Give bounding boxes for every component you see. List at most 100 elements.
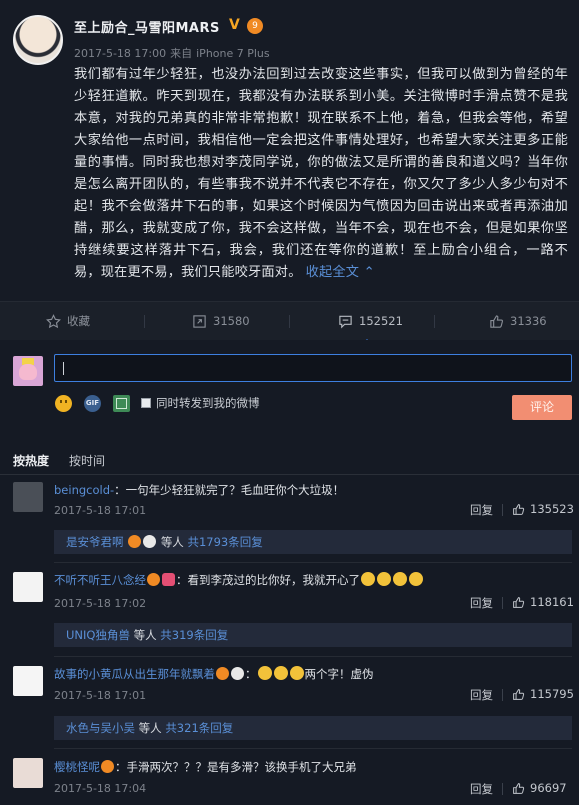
comment-like-count: 118161 xyxy=(530,595,574,609)
post-meta: 2017-5-18 17:00 来自 iPhone 7 Plus xyxy=(74,45,274,61)
repost-icon xyxy=(193,314,206,328)
verified-icon: V xyxy=(229,17,240,33)
like-count: 31336 xyxy=(510,314,547,328)
panda-icon xyxy=(231,667,244,680)
sort-by-time-tab[interactable]: 按时间 xyxy=(69,452,105,469)
commenter-avatar[interactable] xyxy=(13,572,43,602)
thumbs-up-icon xyxy=(513,688,525,700)
comment-like-button[interactable]: 118161 xyxy=(512,595,574,609)
divider xyxy=(502,783,503,795)
commenter-line: 不听不听王八念经 ：看到李茂过的比你好，我就开心了 xyxy=(54,572,424,588)
like-button[interactable]: 31336 xyxy=(489,302,547,340)
sub-replies-summary[interactable]: 水色与吴小吴 等人 共321条回复 xyxy=(54,716,572,740)
thumbs-up-icon xyxy=(513,503,525,515)
reply-suffix: 等人 xyxy=(160,535,184,549)
comment-time: 2017-5-18 17:04 xyxy=(54,782,147,795)
post-text: 我们都有过年少轻狂，也没办法回到过去改变这些事实，但我可以做到为曾经的年少轻狂道… xyxy=(74,67,568,280)
commenter-line: 故事的小黄瓜从出生那年就飘着：两个字！虚伪 xyxy=(54,666,374,681)
collapse-link[interactable]: 收起全文 ⌃ xyxy=(306,265,375,280)
comment-button[interactable]: 152521 xyxy=(338,302,403,340)
commenter-avatar[interactable] xyxy=(13,666,43,696)
reply-suffix: 等人 xyxy=(133,628,157,642)
comment-like-count: 135523 xyxy=(530,502,574,516)
post-action-bar: 收藏 31580 152521 31336 xyxy=(0,301,579,341)
thumbs-up-icon xyxy=(513,782,525,794)
repost-button[interactable]: 31580 xyxy=(192,302,250,340)
favorite-button[interactable]: 收藏 xyxy=(46,302,90,340)
sort-by-hot-tab[interactable]: 按热度 xyxy=(13,452,49,469)
reply-suffix: 等人 xyxy=(138,721,162,735)
commenter-name[interactable]: 故事的小黄瓜从出生那年就飘着 xyxy=(54,667,215,681)
divider xyxy=(434,315,435,328)
reply-count[interactable]: 共319条回复 xyxy=(160,628,228,642)
comment-time: 2017-5-18 17:01 xyxy=(54,504,147,517)
level-badge-icon xyxy=(216,667,229,680)
commenter-line: beingcold-：一句年少轻狂就完了？毛血旺你个大垃圾！ xyxy=(54,482,344,498)
comment-time: 2017-5-18 17:02 xyxy=(54,597,147,610)
reply-button[interactable]: 回复 xyxy=(470,687,493,703)
thinking-face-icon xyxy=(289,666,304,680)
comment-icon xyxy=(339,315,352,328)
laughing-face-icon xyxy=(393,572,407,586)
commenter-avatar[interactable] xyxy=(13,758,43,788)
thinking-face-icon xyxy=(273,666,288,680)
collapse-label: 收起全文 xyxy=(305,265,360,280)
author-avatar[interactable] xyxy=(13,15,63,65)
commenter-line: 樱桃怪呢 ：手滑两次？？？是有多滑？该换手机了大兄弟 xyxy=(54,759,357,775)
commenter-name[interactable]: beingcold- xyxy=(54,483,114,497)
laughing-face-icon xyxy=(409,572,423,586)
image-icon[interactable] xyxy=(113,395,130,412)
my-avatar xyxy=(13,356,43,386)
submit-comment-button[interactable]: 评论 xyxy=(512,395,572,420)
thumbs-up-icon xyxy=(513,596,525,608)
comment-sort-bar: 按热度 按时间 xyxy=(0,444,579,475)
post-content: 我们都有过年少轻狂，也没办法回到过去改变这些事实，但我可以做到为曾经的年少轻狂道… xyxy=(74,64,568,284)
comment-like-count: 115795 xyxy=(530,687,574,701)
emoji-icon[interactable] xyxy=(55,395,72,412)
reply-button[interactable]: 回复 xyxy=(470,595,493,611)
level-badge-icon xyxy=(128,535,142,548)
laughing-face-icon xyxy=(377,572,391,586)
comment-like-button[interactable]: 115795 xyxy=(512,687,574,701)
reply-user[interactable]: 是安爷君啊 xyxy=(66,535,124,549)
comment-text: 两个字！虚伪 xyxy=(304,667,374,681)
comment-text: ：一句年少轻狂就完了？毛血旺你个大垃圾！ xyxy=(114,483,345,497)
comment-input[interactable] xyxy=(54,354,572,382)
pig-avatar-icon xyxy=(19,364,37,380)
comment-text: ：看到李茂过的比你好，我就开心了 xyxy=(176,573,360,587)
post-time[interactable]: 2017-5-18 17:00 xyxy=(74,47,166,60)
reply-button[interactable]: 回复 xyxy=(470,781,493,797)
sub-replies-summary[interactable]: UNIQ独角兽 等人 共319条回复 xyxy=(54,623,572,647)
sub-replies-summary[interactable]: 是安爷君啊 等人 共1793条回复 xyxy=(54,530,572,554)
commenter-name[interactable]: 不听不听王八念经 xyxy=(54,573,146,587)
repost-checkbox-label[interactable]: 同时转发到我的微博 xyxy=(156,395,260,411)
divider xyxy=(144,315,145,328)
divider xyxy=(502,597,503,609)
author-name[interactable]: 至上励合_马雪阳MARS xyxy=(74,17,220,36)
reply-button[interactable]: 回复 xyxy=(470,502,493,518)
comment-like-button[interactable]: 96697 xyxy=(512,781,567,795)
chevron-up-icon: ⌃ xyxy=(363,265,375,280)
reply-user[interactable]: UNIQ独角兽 xyxy=(66,628,130,642)
reply-user[interactable]: 水色与吴小吴 xyxy=(66,721,135,735)
reply-count[interactable]: 共321条回复 xyxy=(165,721,233,735)
star-icon xyxy=(46,313,61,328)
level-badge-icon xyxy=(101,760,114,773)
weibo-post: 至上励合_马雪阳MARS V 9 2017-5-18 17:00 来自 iPhone… xyxy=(0,0,579,301)
repost-count: 31580 xyxy=(213,314,250,328)
divider xyxy=(54,748,572,749)
gif-icon[interactable]: GIF xyxy=(84,395,101,412)
commenter-avatar[interactable] xyxy=(13,482,43,512)
divider xyxy=(502,689,503,701)
comment-like-button[interactable]: 135523 xyxy=(512,502,574,516)
level-badge-icon xyxy=(147,573,160,586)
repost-checkbox[interactable] xyxy=(141,398,151,408)
text-caret xyxy=(63,362,64,375)
divider xyxy=(289,315,290,328)
divider xyxy=(54,656,572,657)
level-badge-icon: 9 xyxy=(247,18,263,34)
reply-count[interactable]: 共1793条回复 xyxy=(187,535,262,549)
commenter-name[interactable]: 樱桃怪呢 xyxy=(54,760,100,774)
divider xyxy=(502,504,503,516)
divider xyxy=(54,562,572,563)
